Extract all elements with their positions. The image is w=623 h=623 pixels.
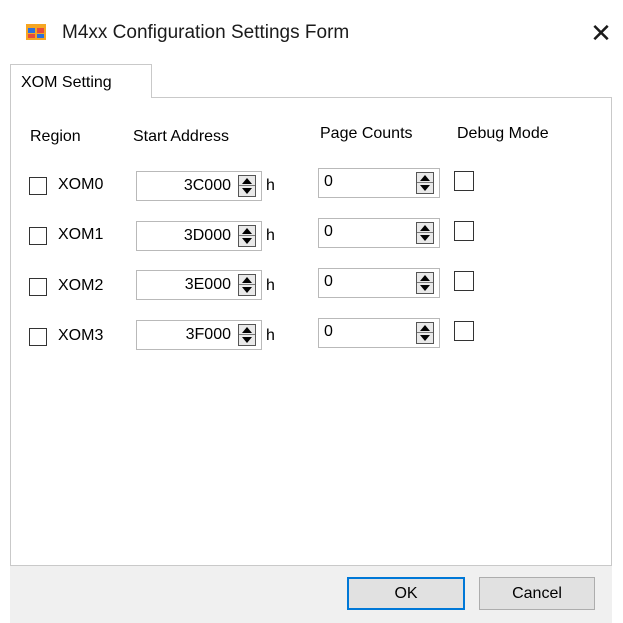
region-checkbox-xom0[interactable] [29, 177, 47, 195]
debug-checkbox-xom3[interactable] [454, 321, 474, 341]
page-count-value: 0 [324, 323, 333, 340]
spin-arrows-icon[interactable] [416, 322, 434, 344]
start-address-value: 3C000 [183, 177, 231, 194]
start-address-input-xom1[interactable]: 3D000 [136, 221, 262, 251]
region-checkbox-xom3[interactable] [29, 328, 47, 346]
region-label-xom3: XOM3 [58, 327, 104, 344]
spin-arrows-icon[interactable] [238, 175, 256, 197]
start-address-input-xom0[interactable]: 3C000 [136, 171, 262, 201]
region-label-xom2: XOM2 [58, 277, 104, 294]
debug-checkbox-xom0[interactable] [454, 171, 474, 191]
unit-label: h [266, 327, 275, 344]
spin-arrows-icon[interactable] [416, 272, 434, 294]
header-start-address: Start Address [133, 128, 230, 145]
header-region: Region [30, 128, 81, 145]
start-address-value: 3F000 [185, 326, 231, 343]
page-count-input-xom0[interactable]: 0 [318, 168, 440, 198]
tab-xom-setting[interactable]: XOM Setting [10, 64, 152, 98]
window-title: M4xx Configuration Settings Form [62, 22, 350, 43]
region-label-xom1: XOM1 [58, 226, 104, 243]
page-count-value: 0 [324, 223, 333, 240]
header-page-counts: Page Counts [320, 125, 413, 142]
page-count-value: 0 [324, 273, 333, 290]
tab-label: XOM Setting [21, 74, 112, 91]
unit-label: h [266, 177, 275, 194]
start-address-input-xom3[interactable]: 3F000 [136, 320, 262, 350]
title-bar: M4xx Configuration Settings Form ✕ [0, 0, 623, 66]
header-debug-mode: Debug Mode [457, 125, 549, 142]
spin-arrows-icon[interactable] [238, 324, 256, 346]
page-count-value: 0 [324, 173, 333, 190]
spin-arrows-icon[interactable] [416, 222, 434, 244]
region-checkbox-xom2[interactable] [29, 278, 47, 296]
start-address-value: 3E000 [184, 276, 231, 293]
spin-arrows-icon[interactable] [238, 225, 256, 247]
spin-arrows-icon[interactable] [416, 172, 434, 194]
debug-checkbox-xom1[interactable] [454, 221, 474, 241]
close-button[interactable]: ✕ [586, 18, 616, 48]
app-window-icon [26, 24, 46, 40]
page-count-input-xom2[interactable]: 0 [318, 268, 440, 298]
config-window: M4xx Configuration Settings Form ✕ XOM S… [0, 0, 623, 623]
region-label-xom0: XOM0 [58, 176, 104, 193]
unit-label: h [266, 227, 275, 244]
spin-arrows-icon[interactable] [238, 274, 256, 296]
cancel-button[interactable]: Cancel [479, 577, 595, 610]
ok-button[interactable]: OK [347, 577, 465, 610]
debug-checkbox-xom2[interactable] [454, 271, 474, 291]
page-count-input-xom1[interactable]: 0 [318, 218, 440, 248]
start-address-input-xom2[interactable]: 3E000 [136, 270, 262, 300]
unit-label: h [266, 277, 275, 294]
start-address-value: 3D000 [183, 227, 231, 244]
page-count-input-xom3[interactable]: 0 [318, 318, 440, 348]
region-checkbox-xom1[interactable] [29, 227, 47, 245]
